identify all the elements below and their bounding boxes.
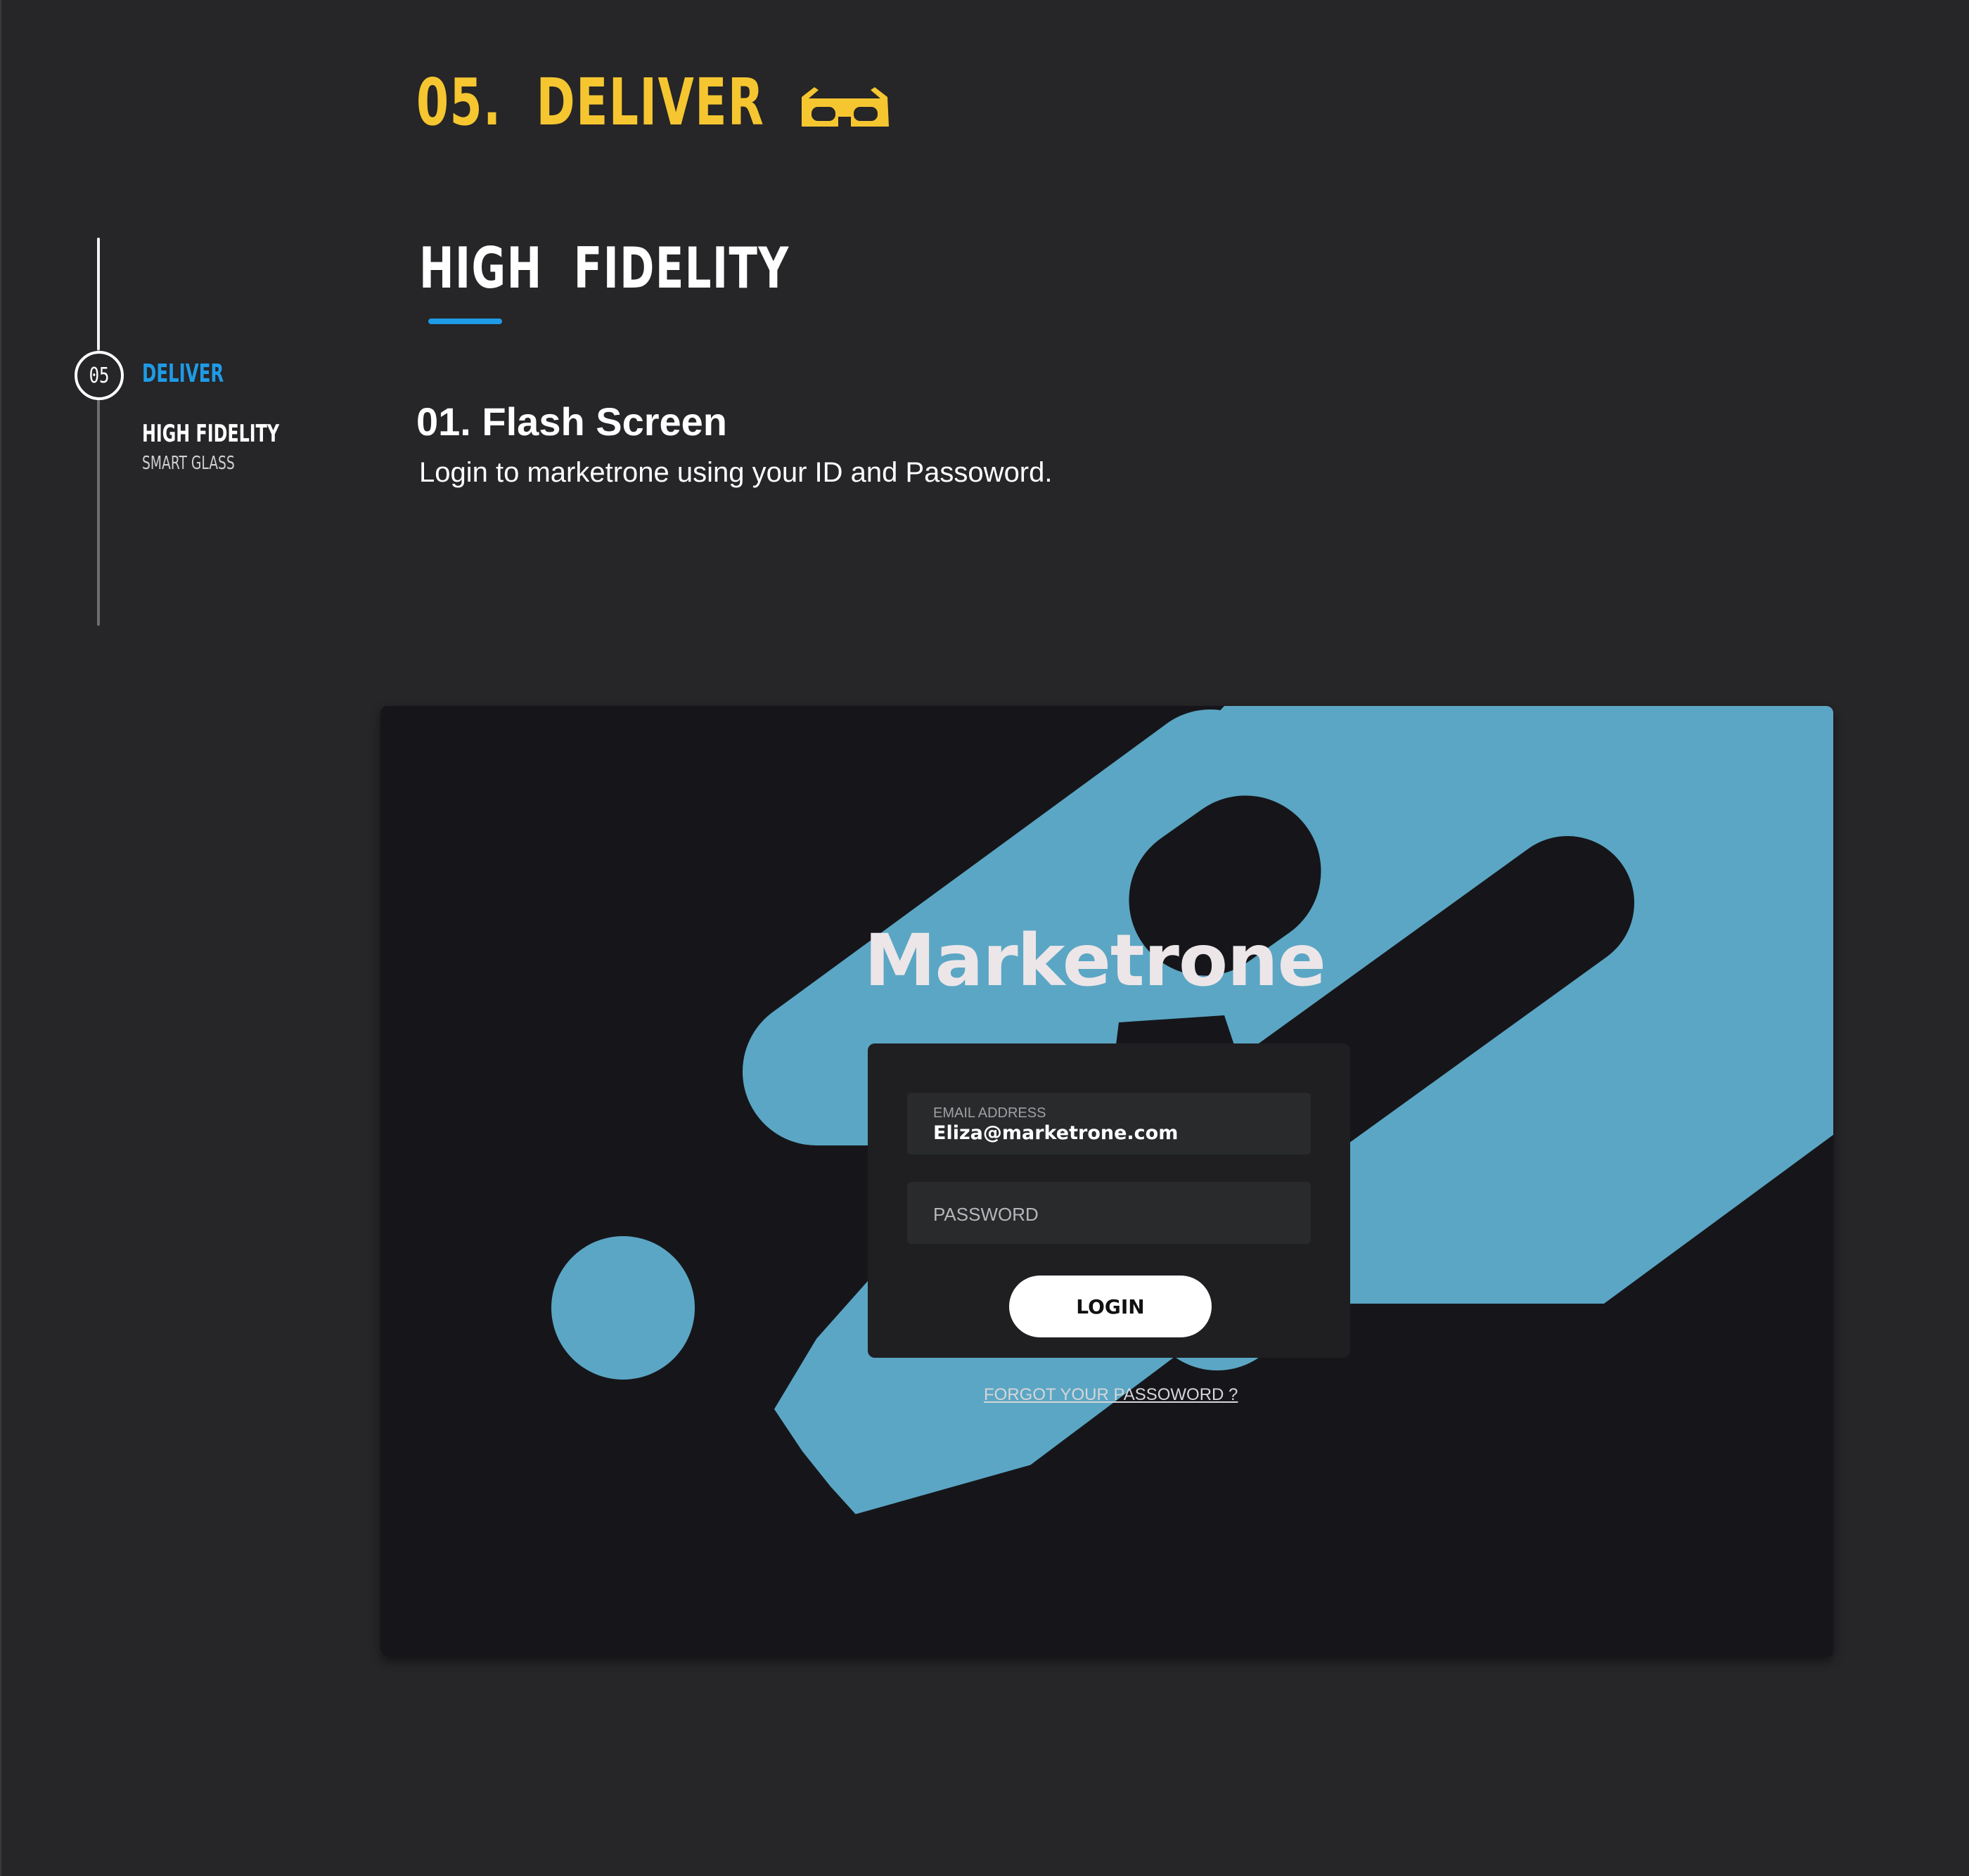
login-button[interactable]: LOGIN: [1009, 1276, 1212, 1337]
page-edge-divider: [0, 0, 1, 1876]
password-field[interactable]: PASSWORD: [907, 1182, 1311, 1244]
3d-glasses-icon: [802, 87, 889, 127]
step-description: Login to marketrone using your ID and Pa…: [419, 457, 1053, 488]
step-heading: 01. Flash Screen: [416, 399, 728, 444]
nav-subitem-smart-glass[interactable]: SMART GLASS: [142, 454, 235, 473]
email-field[interactable]: EMAIL ADDRESS Eliza@marketrone.com: [907, 1093, 1311, 1155]
nav-item-high-fidelity[interactable]: HIGH FIDELITY: [142, 422, 279, 446]
forgot-password-link[interactable]: FORGOT YOUR PASSOWORD ?: [984, 1385, 1238, 1405]
step-number: 05: [89, 363, 110, 388]
section-title: 05. DELIVER: [416, 65, 765, 140]
page-title: HIGH FIDELITY: [419, 236, 790, 301]
brand-logo-text: Marketrone: [864, 919, 1326, 1003]
timeline-progress: [97, 238, 100, 350]
email-field-value: Eliza@marketrone.com: [933, 1122, 1179, 1144]
nav-item-deliver[interactable]: DELIVER: [142, 361, 224, 387]
email-field-label: EMAIL ADDRESS: [933, 1105, 1046, 1121]
login-screen-mockup: Marketrone EMAIL ADDRESS Eliza@marketron…: [380, 706, 1833, 1657]
password-field-placeholder: PASSWORD: [933, 1204, 1039, 1225]
step-number-badge[interactable]: 05: [75, 351, 124, 400]
title-underline: [428, 319, 502, 324]
login-card: EMAIL ADDRESS Eliza@marketrone.com PASSW…: [868, 1043, 1350, 1358]
